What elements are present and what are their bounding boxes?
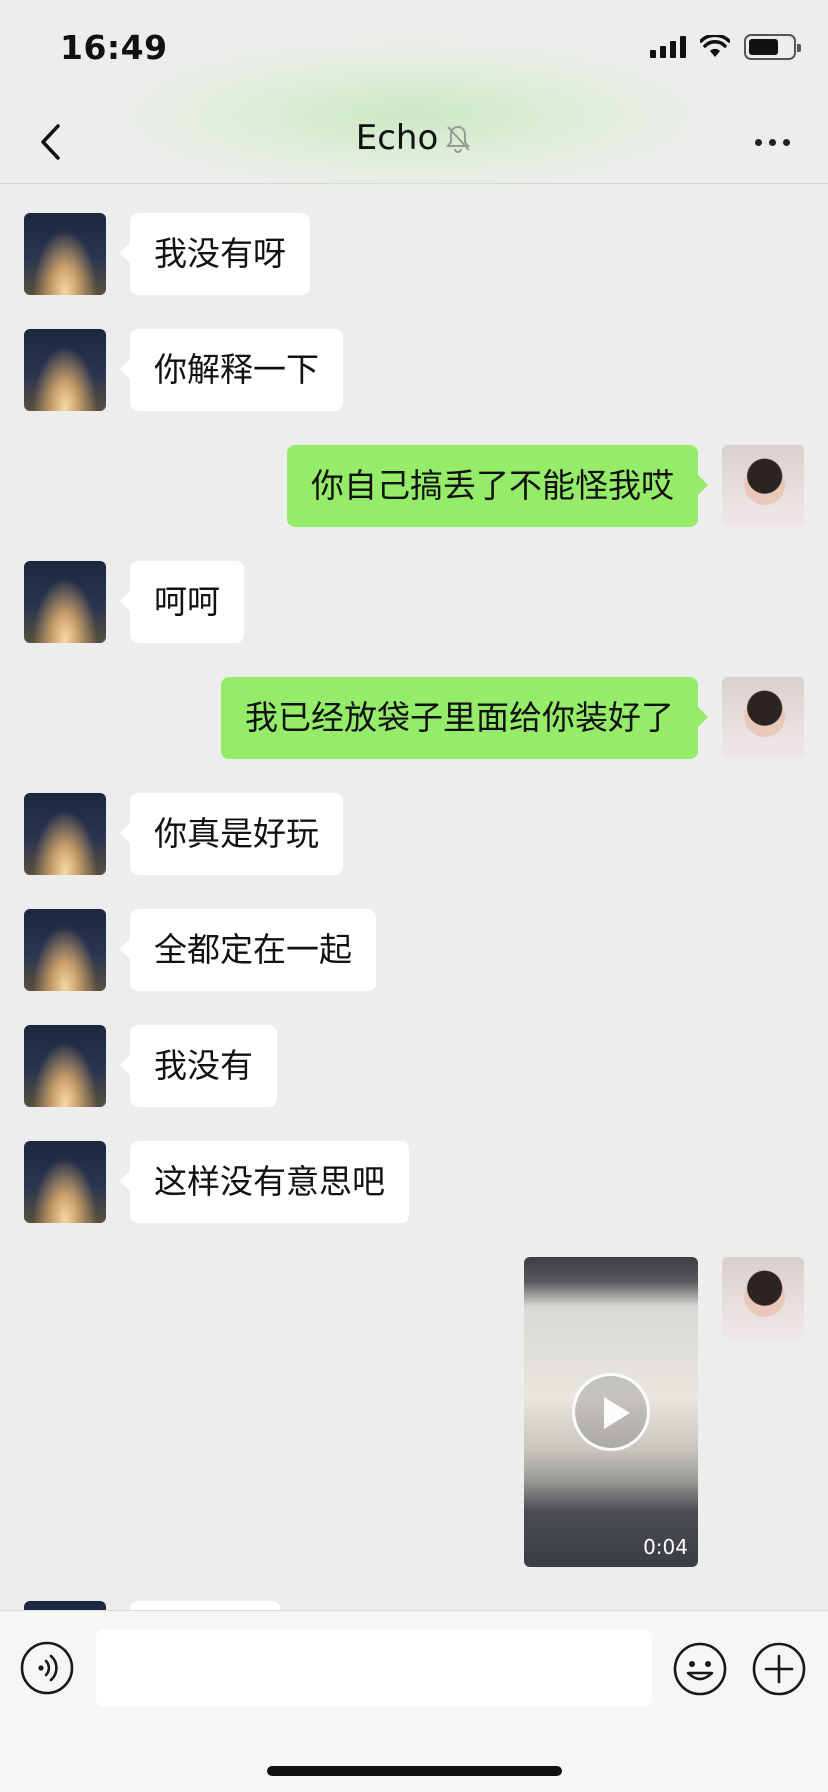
home-indicator[interactable] — [267, 1766, 562, 1776]
muted-bell-icon — [446, 125, 471, 153]
chat-message-list[interactable]: 我没有呀 你解释一下 你自己搞丢了不能怪我哎 呵呵 我已经放袋子里面给你装好了 … — [0, 185, 828, 1610]
more-options-button[interactable] — [742, 114, 802, 170]
message-incoming: 你真是好玩 — [0, 793, 828, 875]
contact-avatar[interactable] — [24, 1601, 106, 1610]
smiley-icon — [673, 1642, 727, 1696]
message-bubble[interactable]: 你真是好玩 — [120, 793, 343, 875]
message-incoming: 全都定在一起 — [0, 909, 828, 991]
self-avatar[interactable] — [722, 677, 804, 759]
cellular-signal-icon — [650, 36, 686, 58]
chat-header: Echo — [0, 40, 828, 190]
message-incoming: 你解释一下 — [0, 329, 828, 411]
message-bubble[interactable]: 全都定在一起 — [120, 909, 376, 991]
chat-title: Echo — [355, 118, 439, 158]
contact-avatar[interactable] — [24, 213, 106, 295]
more-dot-icon — [754, 138, 762, 146]
message-bubble[interactable]: 你自己搞丢了不能怪我哎 — [287, 445, 708, 527]
more-functions-button[interactable] — [751, 1641, 807, 1697]
message-bubble[interactable] — [130, 1601, 280, 1610]
self-avatar[interactable] — [722, 1257, 804, 1339]
video-thumbnail[interactable]: 0:04 — [524, 1257, 698, 1567]
message-bubble[interactable]: 你解释一下 — [120, 329, 343, 411]
contact-avatar[interactable] — [24, 909, 106, 991]
voice-input-button[interactable] — [20, 1641, 74, 1695]
message-text-input[interactable] — [96, 1629, 652, 1707]
status-time: 16:49 — [60, 28, 168, 67]
message-outgoing-video: 0:04 — [0, 1257, 828, 1569]
message-incoming-partial — [0, 1601, 828, 1610]
message-bubble[interactable]: 这样没有意思吧 — [120, 1141, 409, 1223]
contact-avatar[interactable] — [24, 329, 106, 411]
status-icons — [650, 34, 801, 60]
message-outgoing: 我已经放袋子里面给你装好了 — [0, 677, 828, 759]
contact-avatar[interactable] — [24, 561, 106, 643]
message-bubble[interactable]: 我没有 — [120, 1025, 277, 1107]
message-incoming: 呵呵 — [0, 561, 828, 643]
chat-input-bar — [0, 1610, 828, 1792]
message-bubble[interactable]: 我没有呀 — [120, 213, 310, 295]
message-bubble[interactable]: 呵呵 — [120, 561, 244, 643]
plus-icon — [752, 1642, 806, 1696]
more-dot-icon — [782, 138, 790, 146]
wifi-icon — [700, 35, 730, 57]
chat-title-group: Echo — [0, 118, 828, 158]
more-dot-icon — [768, 138, 776, 146]
message-bubble[interactable]: 我已经放袋子里面给你装好了 — [221, 677, 708, 759]
message-incoming: 我没有 — [0, 1025, 828, 1107]
status-bar: 16:49 — [0, 0, 828, 100]
self-avatar[interactable] — [722, 445, 804, 527]
battery-icon — [744, 34, 801, 60]
message-incoming: 这样没有意思吧 — [0, 1141, 828, 1223]
contact-avatar[interactable] — [24, 1141, 106, 1223]
message-incoming: 我没有呀 — [0, 213, 828, 295]
contact-avatar[interactable] — [24, 793, 106, 875]
voice-icon — [20, 1641, 74, 1695]
play-icon[interactable] — [572, 1373, 650, 1451]
video-duration: 0:04 — [643, 1535, 688, 1559]
contact-avatar[interactable] — [24, 1025, 106, 1107]
message-outgoing: 你自己搞丢了不能怪我哎 — [0, 445, 828, 527]
emoji-button[interactable] — [672, 1641, 728, 1697]
